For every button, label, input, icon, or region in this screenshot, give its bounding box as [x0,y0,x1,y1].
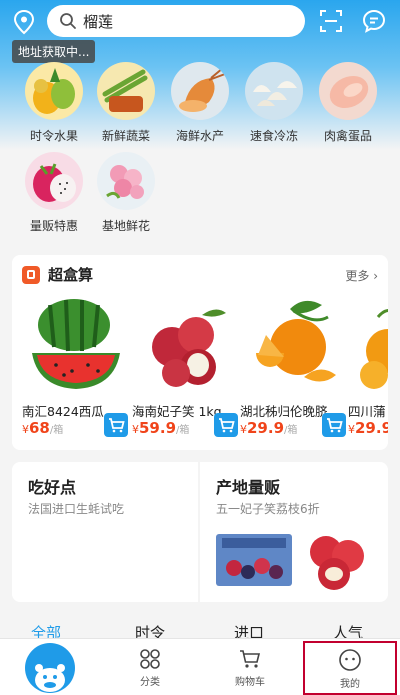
promo-card-origin-bulk[interactable]: 产地量贩 五一妃子笑荔枝6折 [200,462,388,602]
category-meat[interactable]: 肉禽蛋品 [316,62,380,144]
home-mascot-icon [25,643,75,693]
category-label: 基地鲜花 [101,219,150,233]
category-frozen[interactable]: 速食冷冻 [242,62,306,144]
promo-subtitle: 五一妃子笑荔枝6折 [216,502,320,516]
category-bulk-deals[interactable]: 量贩特惠 [22,152,86,234]
flower-icon [97,152,155,210]
product-card[interactable]: 南汇8424西瓜... ¥68/箱 [22,295,132,437]
scan-icon[interactable] [320,10,342,32]
category-label: 新鲜蔬菜 [101,129,150,143]
citrus-image [360,309,388,389]
product-card[interactable]: 湖北秭归伦晚脐... ¥29.9/箱 [240,295,350,437]
nav-label: 购物车 [235,677,265,688]
seafood-icon [171,62,229,120]
nav-category[interactable]: 分类 [100,639,200,695]
meat-icon [319,62,377,120]
watermelon-image [32,299,120,389]
category-label: 海鲜水产 [175,129,224,143]
category-seafood[interactable]: 海鲜水产 [168,62,232,144]
add-to-cart-button[interactable] [214,413,238,437]
add-to-cart-button[interactable] [104,413,128,437]
category-label: 时令水果 [29,129,78,143]
more-link[interactable]: 更多 › [345,267,378,284]
apple-image [310,536,364,590]
category-label: 速食冷冻 [249,129,298,143]
category-label: 肉禽蛋品 [323,129,372,143]
search-input[interactable] [83,12,283,30]
deal-card: 超盒算 更多 › 南汇8424西瓜... ¥68/箱 海南妃子笑 1kg ¥59… [12,255,388,450]
location-tooltip: 地址获取中... [12,40,96,63]
category-vegetable[interactable]: 新鲜蔬菜 [94,62,158,144]
nav-home[interactable] [0,639,100,695]
message-icon[interactable] [362,9,386,33]
product-price: ¥29.9/箱 [240,419,298,437]
promo-card-eat-well[interactable]: 吃好点 法国进口生蚝试吃 [12,462,198,602]
promo-title: 产地量贩 [216,478,281,497]
more-label: 更多 [345,269,370,283]
highlight-box [303,641,397,695]
lychee-image [152,309,226,387]
location-pin-icon[interactable] [12,9,36,35]
chevron-right-icon: › [373,269,378,283]
fruit-icon [25,62,83,120]
category-fruit[interactable]: 时令水果 [22,62,86,144]
product-name: 四川蒲 [348,404,386,419]
cart-icon [219,418,235,433]
category-label: 量贩特惠 [29,219,78,233]
product-card[interactable]: 海南妃子笑 1kg ¥59.9/箱 [132,295,242,437]
frozen-berries-image [216,534,292,586]
add-to-cart-button[interactable] [322,413,346,437]
product-card[interactable]: 四川蒲 ¥29.9/箱 [348,295,388,437]
orange-image [256,300,336,382]
category-icon [140,649,160,669]
product-price: ¥29.9/箱 [348,419,388,437]
search-bar[interactable] [47,5,305,37]
dragonfruit-icon [25,152,83,210]
bottom-nav: 分类 购物车 我的 [0,638,400,695]
promo-title: 吃好点 [28,478,77,497]
dumpling-icon [245,62,303,120]
cart-icon [327,418,343,433]
promo-subtitle: 法国进口生蚝试吃 [28,502,125,516]
deal-title: 超盒算 [48,266,94,284]
cart-icon [240,650,261,668]
deal-badge-icon [22,266,40,284]
search-icon [60,13,76,29]
vegetable-icon [97,62,155,120]
nav-label: 分类 [140,677,160,688]
nav-cart[interactable]: 购物车 [200,639,300,695]
product-price: ¥68/箱 [22,419,64,437]
category-flowers[interactable]: 基地鲜花 [94,152,158,234]
cart-icon [109,418,125,433]
product-price: ¥59.9/箱 [132,419,190,437]
